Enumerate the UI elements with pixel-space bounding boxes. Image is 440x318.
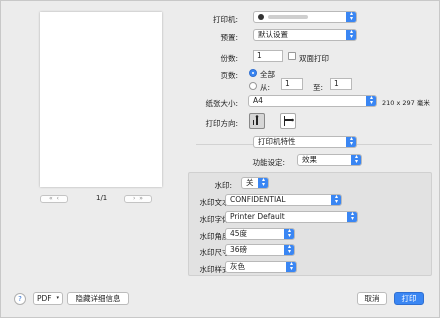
watermark-font-value: Printer Default [230,212,285,221]
chevron-updown-icon: ▴ ▾ [366,96,376,106]
pages-all-radio[interactable] [249,69,257,77]
watermark-size-value: 36磅 [230,245,248,254]
orientation-label: 打印方向: [205,119,238,128]
copies-input[interactable]: 1 [253,50,283,62]
pdf-label: PDF [37,294,52,303]
duplex-checkbox[interactable] [288,52,296,60]
watermark-select[interactable]: 关 ▴ ▾ [241,177,269,189]
chevron-updown-icon: ▴ ▾ [286,262,296,272]
pages-from-input[interactable]: 1 [281,78,303,90]
chevron-updown-icon: ▴ ▾ [284,229,294,239]
pages-from-radio[interactable] [249,82,257,90]
chevron-updown-icon: ▴ ▾ [351,155,361,165]
landscape-orientation-button[interactable] [280,113,296,129]
page-indicator: 1/1 [96,194,108,202]
printer-select[interactable]: ▴ ▾ [253,11,357,23]
feature-set-select[interactable]: 效果 ▴ ▾ [297,154,362,166]
printer-icon [258,14,264,20]
watermark-text-select[interactable]: CONFIDENTIAL ▴ ▾ [225,194,342,206]
feature-set-label: 功能设定: [252,158,285,167]
hide-details-button[interactable]: 隐藏详细信息 [67,292,129,305]
printer-label: 打印机: [212,15,238,24]
watermark-value: 关 [246,178,254,187]
next-last-page-button[interactable]: › » [124,195,152,203]
print-button[interactable]: 打印 [394,292,424,305]
watermark-label: 水印: [214,181,232,190]
feature-set-value: 效果 [302,155,317,164]
duplex-label: 双面打印 [299,54,329,63]
watermark-text-value: CONFIDENTIAL [230,195,286,204]
pages-label: 页数: [220,71,238,80]
paper-size-label: 纸张大小: [205,99,238,108]
chevron-updown-icon: ▴ ▾ [258,178,268,188]
page-preview [40,12,162,187]
pages-from-label: 从: [260,83,271,92]
chevron-updown-icon: ▴ ▾ [346,137,356,147]
watermark-angle-select[interactable]: 45度 ▴ ▾ [225,228,295,240]
printer-name-blurred [268,15,308,19]
chevron-updown-icon: ▴ ▾ [347,212,357,222]
watermark-style-select[interactable]: 灰色 ▴ ▾ [225,261,297,273]
chevron-down-icon: ▾ [56,295,59,301]
chevron-updown-icon: ▴ ▾ [284,245,294,255]
presets-label: 预置: [220,33,238,42]
section-value: 打印机特性 [258,137,296,146]
pages-all-label: 全部 [260,70,275,79]
presets-value: 默认设置 [258,30,288,39]
chevron-updown-icon: ▴ ▾ [331,195,341,205]
paper-dimensions: 210 x 297 毫米 [382,99,430,107]
copies-label: 份数: [220,54,238,63]
pdf-menu-button[interactable]: PDF ▾ [33,292,63,305]
watermark-style-value: 灰色 [230,262,245,271]
landscape-icon [284,116,294,126]
watermark-angle-value: 45度 [230,229,248,238]
pages-to-input[interactable]: 1 [330,78,352,90]
watermark-font-select[interactable]: Printer Default ▴ ▾ [225,211,358,223]
section-select[interactable]: 打印机特性 ▴ ▾ [253,136,357,148]
chevron-updown-icon: ▴ ▾ [346,30,356,40]
portrait-orientation-button[interactable] [249,113,265,129]
chevron-updown-icon: ▴ ▾ [346,12,356,22]
watermark-size-select[interactable]: 36磅 ▴ ▾ [225,244,295,256]
portrait-icon [253,115,259,125]
pages-to-label: 至: [313,83,324,92]
first-prev-page-button[interactable]: « ‹ [40,195,68,203]
help-button[interactable]: ? [14,293,26,305]
paper-size-value: A4 [253,96,263,105]
presets-select[interactable]: 默认设置 ▴ ▾ [253,29,357,41]
cancel-button[interactable]: 取消 [357,292,387,305]
paper-size-select[interactable]: A4 ▴ ▾ [248,95,377,107]
